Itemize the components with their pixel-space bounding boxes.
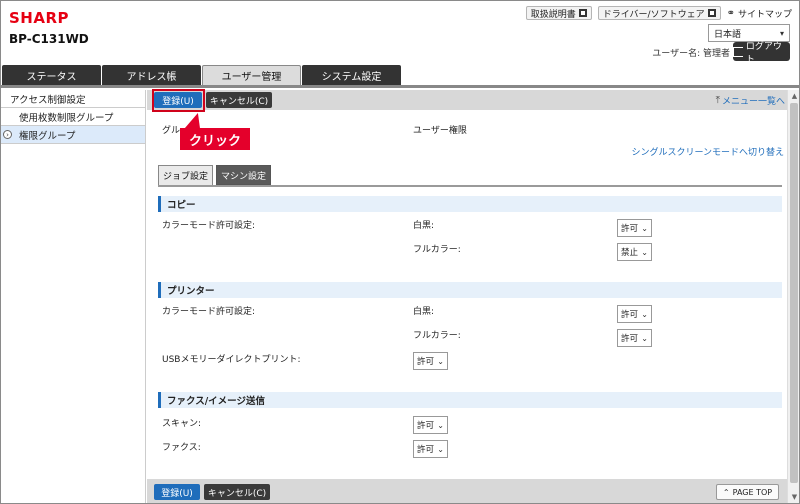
printer-fullcolor-select[interactable]: 許可 ⌄: [617, 329, 652, 347]
model-name: BP-C131WD: [9, 32, 89, 46]
username-display: ユーザー名: 管理者: [652, 49, 730, 59]
callout-pointer: [184, 113, 206, 129]
copy-fullcolor-label: フルカラー:: [413, 245, 461, 255]
section-copy-header: コピー: [158, 196, 782, 212]
sidebar-item-label: アクセス制御設定: [10, 94, 86, 106]
top-action-bar: 登録(U) キャンセル(C) ⤒ メニュー一覧へ: [147, 89, 787, 112]
printer-mono-value: 許可: [621, 310, 639, 320]
browser-frame: SHARP BP-C131WD 取扱説明書 ドライバー/ソフトウェア ⚭ サイト…: [0, 0, 800, 504]
copy-mono-label: 白黒:: [413, 221, 435, 231]
sidebar-item-access-control[interactable]: アクセス制御設定: [1, 90, 145, 108]
sidebar: アクセス制御設定 使用枚数制限グループ › 権限グループ: [1, 90, 146, 503]
printer-fullcolor-label: フルカラー:: [413, 331, 461, 341]
printer-color-mode-label: カラーモード許可設定:: [162, 307, 256, 317]
click-callout: クリック: [180, 128, 250, 150]
cancel-button[interactable]: キャンセル(C): [206, 92, 272, 108]
scroll-thumb[interactable]: [790, 103, 798, 483]
chevron-down-icon: ⌄: [437, 444, 444, 454]
cancel-button-bottom[interactable]: キャンセル(C): [204, 484, 270, 500]
copy-mono-value: 許可: [621, 224, 639, 234]
driver-software-link[interactable]: ドライバー/ソフトウェア: [597, 6, 721, 20]
section-printer-header: プリンター: [158, 282, 782, 298]
language-select-value: 日本語: [714, 29, 742, 40]
chevron-down-icon: ⌄: [641, 247, 648, 257]
copy-color-mode-label: カラーモード許可設定:: [162, 221, 256, 231]
chevron-down-icon: ⌄: [437, 356, 444, 366]
tab-machine-settings[interactable]: マシン設定: [216, 165, 271, 185]
tab-user-management[interactable]: ユーザー管理: [202, 65, 301, 85]
usb-direct-print-value: 許可: [417, 357, 435, 367]
sidebar-item-authority-group[interactable]: › 権限グループ: [1, 126, 145, 144]
menu-list-link[interactable]: ⤒ メニュー一覧へ: [716, 94, 785, 107]
single-screen-mode-link[interactable]: シングルスクリーンモードへ切り替え: [631, 145, 784, 158]
chevron-up-icon: ⌃: [722, 487, 730, 497]
scan-value: 許可: [417, 421, 435, 431]
logout-icon: [733, 46, 743, 57]
usb-direct-print-select[interactable]: 許可 ⌄: [413, 352, 448, 370]
user-rights-label: ユーザー権限: [413, 126, 467, 136]
register-button-bottom[interactable]: 登録(U): [154, 484, 200, 500]
page-top-button[interactable]: ⌃ PAGE TOP: [716, 484, 779, 500]
sitemap-link[interactable]: ⚭ サイトマップ: [727, 7, 792, 20]
fax-value: 許可: [417, 445, 435, 455]
sitemap-icon: ⚭: [726, 7, 735, 19]
section-fax-header: ファクス/イメージ送信: [158, 392, 782, 408]
main-tabs: ステータス アドレス帳 ユーザー管理 システム設定: [1, 65, 799, 88]
tab-address-book[interactable]: アドレス帳: [102, 65, 201, 85]
sub-tabs: ジョブ設定 マシン設定: [158, 165, 782, 187]
main-content: 登録(U) キャンセル(C) ⤒ メニュー一覧へ グル ユーザー権限 シングルス…: [147, 89, 787, 503]
group-label: グル: [162, 126, 181, 136]
sidebar-item-page-limit-group[interactable]: 使用枚数制限グループ: [1, 108, 145, 126]
fax-label: ファクス:: [162, 443, 201, 453]
external-link-icon: [578, 9, 587, 17]
logout-button-label: ログアウト: [745, 41, 782, 65]
scan-label: スキャン:: [162, 419, 202, 429]
chevron-down-icon: ⌄: [641, 333, 648, 343]
bottom-action-bar: 登録(U) キャンセル(C) ⌃ PAGE TOP: [147, 479, 787, 503]
usb-direct-print-label: USBメモリーダイレクトプリント:: [162, 355, 301, 365]
tab-job-settings[interactable]: ジョブ設定: [158, 165, 213, 185]
page-top-label: PAGE TOP: [732, 487, 773, 497]
sidebar-item-label: 使用枚数制限グループ: [19, 112, 114, 124]
copy-fullcolor-select[interactable]: 禁止 ⌄: [617, 243, 652, 261]
manual-link[interactable]: 取扱説明書: [525, 6, 592, 20]
printer-mono-select[interactable]: 許可 ⌄: [617, 305, 652, 323]
menu-list-label: メニュー一覧へ: [721, 97, 785, 107]
sharp-logo: SHARP: [9, 9, 70, 27]
sitemap-link-label: サイトマップ: [737, 9, 792, 20]
back-to-top-icon: ⤒: [715, 95, 720, 106]
chevron-right-icon: ›: [3, 130, 12, 139]
sidebar-item-label: 権限グループ: [19, 130, 76, 142]
chevron-down-icon: ⌄: [641, 223, 648, 233]
scroll-down-arrow-icon[interactable]: ▼: [790, 493, 799, 502]
logout-button[interactable]: ログアウト: [733, 42, 790, 65]
external-link-icon: [707, 9, 716, 17]
driver-software-link-label: ドライバー/ソフトウェア: [602, 9, 705, 20]
copy-mono-select[interactable]: 許可 ⌄: [617, 219, 652, 237]
chevron-down-icon: ▾: [779, 28, 784, 38]
scroll-up-arrow-icon[interactable]: ▲: [790, 92, 799, 101]
copy-fullcolor-value: 禁止: [621, 248, 639, 258]
scan-select[interactable]: 許可 ⌄: [413, 416, 448, 434]
vertical-scrollbar[interactable]: ▲ ▼: [787, 90, 799, 503]
manual-link-label: 取扱説明書: [530, 9, 576, 20]
top-links: 取扱説明書 ドライバー/ソフトウェア ⚭ サイトマップ: [525, 6, 792, 20]
fax-select[interactable]: 許可 ⌄: [413, 440, 448, 458]
printer-fullcolor-value: 許可: [621, 334, 639, 344]
chevron-down-icon: ⌄: [437, 420, 444, 430]
tab-system-settings[interactable]: システム設定: [302, 65, 401, 85]
tab-status[interactable]: ステータス: [2, 65, 101, 85]
click-highlight-box: [152, 89, 205, 112]
chevron-down-icon: ⌄: [641, 309, 648, 319]
printer-mono-label: 白黒:: [413, 307, 435, 317]
